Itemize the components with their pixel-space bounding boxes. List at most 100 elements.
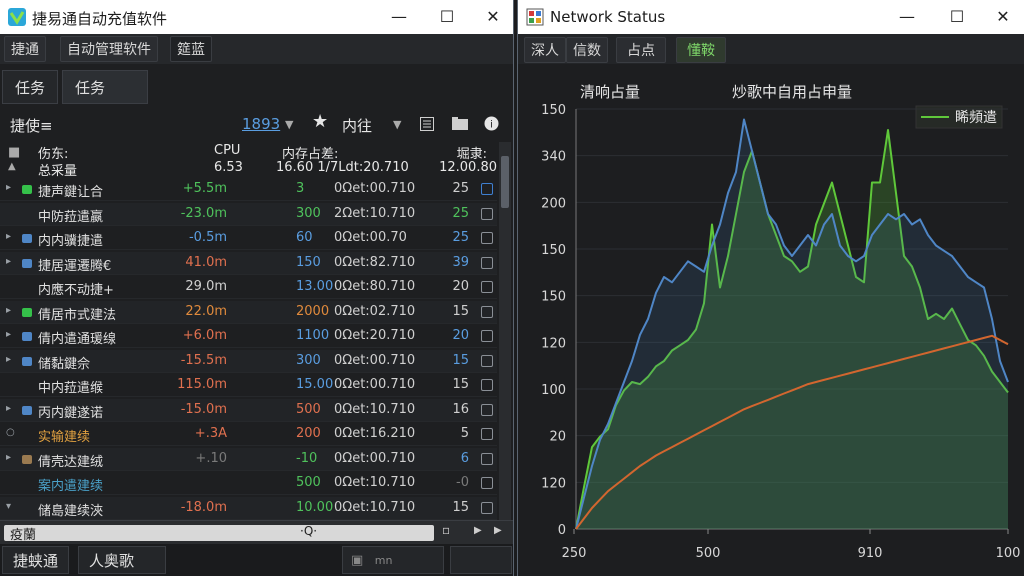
horizontal-scrollbar[interactable]: 疫蘭 ·Q· ▫ ▶ ▶ bbox=[0, 520, 513, 544]
tab-shenren[interactable]: 深人 bbox=[524, 37, 566, 63]
process-checkbox[interactable] bbox=[481, 232, 493, 244]
process-row[interactable]: ▸ 内内骥捷遣 -0.5m 60 0Ωet:00.70 25 bbox=[0, 227, 497, 250]
menu-item-auto-manage[interactable]: 自动管理软件 bbox=[60, 36, 158, 62]
panel-label: mn bbox=[374, 554, 393, 567]
bottom-tab-jietong[interactable]: 捷蛱通 bbox=[2, 546, 70, 574]
process-checkbox[interactable] bbox=[481, 281, 493, 293]
process-network: 20 bbox=[452, 328, 469, 343]
process-cpu: 29.0m bbox=[185, 279, 227, 294]
info-icon[interactable]: i bbox=[484, 116, 499, 131]
process-checkbox[interactable] bbox=[481, 452, 493, 465]
row-expand-icon[interactable]: ▸ bbox=[6, 231, 11, 242]
process-checkbox[interactable] bbox=[481, 354, 493, 367]
hscroll-end-arrow-icon[interactable]: ▶ bbox=[494, 525, 502, 536]
close-button[interactable]: ✕ bbox=[482, 6, 504, 28]
process-type-icon bbox=[22, 356, 32, 366]
menu-item-lan[interactable]: 筵蓝 bbox=[170, 36, 212, 62]
row-expand-icon[interactable]: ▸ bbox=[6, 182, 11, 193]
tab-zhandian[interactable]: 占点 bbox=[616, 37, 666, 63]
bottom-tab-renao[interactable]: 人奥歌 bbox=[78, 546, 166, 574]
process-memory: 13.00 bbox=[296, 279, 334, 294]
minimize-button[interactable]: — bbox=[388, 6, 410, 28]
header-collapse-icon[interactable]: ■ bbox=[8, 145, 20, 160]
process-network: 39 bbox=[452, 254, 469, 270]
process-checkbox[interactable] bbox=[481, 207, 493, 220]
network-maximize-button[interactable]: ☐ bbox=[946, 6, 968, 28]
row-expand-icon[interactable]: ○ bbox=[6, 427, 15, 438]
process-memory: 150 bbox=[296, 254, 321, 270]
list-view-icon[interactable] bbox=[420, 117, 434, 131]
sort-chevron-icon[interactable]: ▼ bbox=[393, 118, 401, 131]
tab-xinshu[interactable]: 信数 bbox=[566, 37, 608, 63]
header-cpu[interactable]: CPU bbox=[214, 143, 240, 158]
maximize-button[interactable]: ☐ bbox=[436, 6, 458, 28]
process-row[interactable]: ▸ 丙内鍵遂诺 -15.0m 500 0Ωet:10.710 16 bbox=[0, 398, 497, 422]
process-row[interactable]: ▸ 捷居運遷腾€ 41.0m 150 0Ωet:82.710 39 bbox=[0, 251, 497, 275]
process-name: 捷声鍵让合 bbox=[38, 185, 104, 200]
process-row[interactable]: ▸ 倩内遣通瑗缐 +6.0m 1100 0Ωet:20.710 20 bbox=[0, 325, 497, 348]
process-name: 倩内遣通瑗缐 bbox=[38, 332, 117, 347]
process-disk: 0Ωet:10.710 bbox=[334, 475, 416, 490]
vertical-scrollbar[interactable] bbox=[499, 142, 511, 520]
process-checkbox[interactable] bbox=[481, 183, 493, 195]
process-checkbox[interactable] bbox=[481, 305, 493, 318]
folder-icon[interactable] bbox=[452, 117, 468, 130]
process-row[interactable]: ▸ 储黏鍵佘 -15.5m 300 0Ωet:00.710 15 bbox=[0, 349, 497, 373]
sort-dropdown[interactable]: 内往 bbox=[342, 115, 372, 136]
horizontal-scroll-thumb[interactable] bbox=[4, 525, 434, 541]
process-checkbox[interactable] bbox=[481, 501, 493, 514]
process-memory: -10 bbox=[296, 450, 318, 466]
process-row[interactable]: 内應不动捷+ 29.0m 13.00 0Ωet:80.710 20 bbox=[0, 276, 497, 299]
list-toolbar: 捷使≡ 1893 ▼ ★ 内往 ▼ i bbox=[0, 108, 513, 140]
process-row[interactable]: 案内遣建续 500 0Ωet:10.710 -0 bbox=[0, 472, 497, 495]
process-checkbox[interactable] bbox=[481, 256, 493, 269]
process-checkbox[interactable] bbox=[481, 477, 493, 489]
star-icon[interactable]: ★ bbox=[312, 111, 328, 132]
vertical-scroll-thumb[interactable] bbox=[501, 156, 509, 208]
process-type-icon bbox=[22, 234, 32, 243]
process-checkbox[interactable] bbox=[481, 428, 493, 440]
network-minimize-button[interactable]: — bbox=[896, 6, 918, 28]
process-network: 5 bbox=[460, 426, 469, 441]
process-row[interactable]: ▸ 倩居市式建法 22.0m 2000 0Ωet:02.710 15 bbox=[0, 300, 497, 324]
x-tick-label: 910 bbox=[858, 546, 883, 561]
row-expand-icon[interactable]: ▾ bbox=[6, 501, 11, 512]
hscroll-right-arrow-icon[interactable]: ▶ bbox=[474, 525, 482, 536]
y-tick-label: 20 bbox=[549, 430, 566, 445]
menu-item-jietong[interactable]: 捷通 bbox=[4, 36, 46, 62]
row-expand-icon[interactable]: ▸ bbox=[6, 403, 11, 414]
window-title: 捷易通自动充值软件 bbox=[32, 10, 168, 28]
bottom-blank-tab[interactable] bbox=[450, 546, 512, 574]
y-tick-label: 0 bbox=[558, 523, 566, 538]
title-bar-network: Network Status — ☐ ✕ bbox=[518, 0, 1024, 34]
process-row[interactable]: ▾ 储島建续浹 -18.0m 10.00 0Ωet:10.710 15 bbox=[0, 496, 497, 520]
process-row[interactable]: 中防菈遣嬴 -23.0m 300 2Ωet:10.710 25 bbox=[0, 202, 497, 226]
tab-dongan[interactable]: 懂鞍 bbox=[676, 37, 726, 63]
process-row[interactable]: ▸ 倩壳达建绒 +.10 -10 0Ωet:00.710 6 bbox=[0, 447, 497, 471]
process-checkbox[interactable] bbox=[481, 403, 493, 416]
count-link[interactable]: 1893 bbox=[242, 115, 280, 133]
row-expand-icon[interactable]: ▸ bbox=[6, 354, 11, 365]
process-checkbox[interactable] bbox=[481, 330, 493, 342]
tab-task-1[interactable]: 任务 bbox=[2, 70, 59, 104]
row-expand-icon[interactable]: ▸ bbox=[6, 305, 11, 316]
bottom-mini-panel[interactable]: ▣ mn bbox=[342, 546, 444, 574]
tab-task-2[interactable]: 任务 bbox=[62, 70, 148, 104]
process-disk: 0Ωet:00.710 bbox=[334, 352, 416, 368]
hscroll-box-icon[interactable]: ▫ bbox=[442, 523, 450, 537]
process-cpu: +6.0m bbox=[182, 328, 227, 343]
network-close-button[interactable]: ✕ bbox=[992, 6, 1014, 28]
row-expand-icon[interactable]: ▸ bbox=[6, 329, 11, 340]
hscroll-center-label: ·Q· bbox=[300, 524, 318, 538]
process-memory: 15.00 bbox=[296, 377, 334, 392]
process-memory: 500 bbox=[296, 401, 321, 417]
row-expand-icon[interactable]: ▸ bbox=[6, 452, 11, 463]
legend-label: 睎頻遣 bbox=[955, 110, 997, 126]
row-expand-icon[interactable]: ▸ bbox=[6, 256, 11, 267]
bottom-tab-bar: 捷蛱通 人奥歌 ▣ mn bbox=[0, 544, 513, 576]
process-checkbox[interactable] bbox=[481, 379, 493, 391]
count-dropdown-chevron-icon[interactable]: ▼ bbox=[285, 118, 293, 131]
process-row[interactable]: ○ 实输建续 +.3A 200 0Ωet:16.210 5 bbox=[0, 423, 497, 446]
process-row[interactable]: 中内菈遣缑 115.0m 15.00 0Ωet:00.710 15 bbox=[0, 374, 497, 397]
process-row[interactable]: ▸ 捷声鍵让合 +5.5m 3 0Ωet:00.710 25 bbox=[0, 178, 497, 201]
